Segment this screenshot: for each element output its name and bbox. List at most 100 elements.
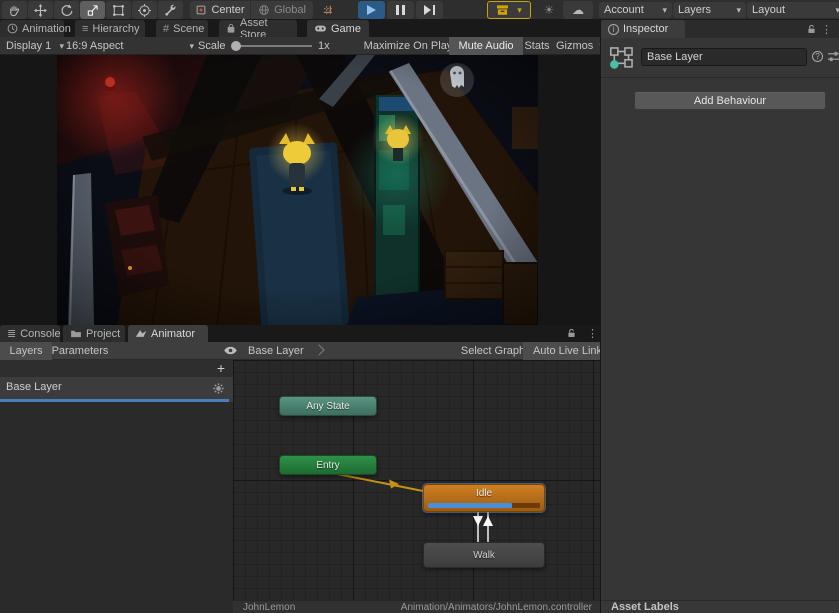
add-behaviour-button[interactable]: Add Behaviour: [634, 91, 826, 110]
rotate-tool-button[interactable]: [54, 1, 79, 19]
help-icon[interactable]: ?: [812, 51, 823, 62]
idle-to-walk-arrowhead: [473, 516, 483, 526]
scale-tool-icon: [86, 4, 99, 17]
aspect-ratio-dropdown[interactable]: 16:9 Aspect ▾: [60, 37, 200, 55]
idle-playback-progress-track: [428, 503, 540, 508]
pause-icon: [396, 5, 399, 15]
rect-tool-icon: [112, 4, 125, 17]
console-icon: ≣: [7, 327, 16, 340]
breadcrumb[interactable]: Base Layer: [242, 342, 324, 360]
scale-label: Scale: [198, 40, 226, 52]
folder-icon: [70, 329, 82, 338]
layers-dropdown-arrow: ▾: [736, 5, 741, 16]
tab-animation[interactable]: Animation: [0, 20, 64, 37]
scale-value: 1x: [318, 40, 330, 52]
state-node-any-state[interactable]: Any State: [279, 396, 377, 416]
add-layer-button[interactable]: +: [217, 360, 225, 377]
tab-console[interactable]: ≣ Console: [0, 325, 60, 342]
collab-button[interactable]: ▾: [487, 1, 531, 19]
scale-slider-track[interactable]: [234, 45, 312, 47]
walk-to-idle-arrowhead: [483, 516, 493, 526]
play-icon: [367, 5, 376, 15]
eye-icon[interactable]: [223, 346, 238, 355]
view-tab-bar: Animation ≡ Hierarchy # Scene Asset Stor…: [0, 20, 600, 37]
step-button[interactable]: [416, 1, 443, 19]
tab-project-label: Project: [86, 328, 120, 340]
inspector-divider: [601, 77, 839, 78]
layer-name-field[interactable]: [641, 48, 807, 66]
tab-animator[interactable]: Animator: [128, 325, 208, 342]
custom-tool-button[interactable]: [158, 1, 183, 19]
pause-button[interactable]: [387, 1, 414, 19]
tab-asset-store[interactable]: Asset Store: [219, 20, 297, 37]
layers-dropdown[interactable]: Layers ▾: [673, 2, 746, 18]
animator-kebab-menu[interactable]: ⋮: [587, 327, 598, 340]
presets-icon[interactable]: [827, 51, 839, 62]
breadcrumb-base-layer: Base Layer: [248, 345, 304, 357]
tab-inspector[interactable]: i Inspector: [601, 20, 685, 38]
asset-labels-header: Asset Labels: [611, 601, 679, 613]
unity-editor-window: Center Global ▾: [0, 0, 839, 613]
tab-project[interactable]: Project: [63, 325, 125, 342]
hand-tool-icon: [8, 4, 21, 17]
animator-lock-icon[interactable]: [566, 328, 577, 339]
display-dropdown-label: Display 1: [6, 40, 51, 52]
move-tool-button[interactable]: [28, 1, 53, 19]
account-dropdown[interactable]: Account ▾: [599, 2, 672, 18]
layer-weight-bar[interactable]: [0, 399, 229, 402]
game-viewport[interactable]: [57, 55, 538, 325]
asset-labels-section[interactable]: Asset Labels: [601, 600, 839, 613]
state-node-entry[interactable]: Entry: [279, 455, 377, 475]
inspector-tab-bar: i Inspector ⋮: [601, 20, 839, 38]
state-node-idle[interactable]: Idle: [423, 484, 545, 512]
tab-scene[interactable]: # Scene: [156, 20, 208, 37]
rotate-tool-icon: [60, 4, 73, 17]
layout-dropdown[interactable]: Layout ▾: [747, 2, 839, 18]
inspector-panel: i Inspector ⋮ ? Add Behaviour Asset Labe…: [600, 20, 839, 613]
animator-graph-canvas[interactable]: Any State Entry Idle Walk JohnLemon Anim…: [233, 360, 600, 613]
collab-archive-icon: [496, 4, 509, 16]
wrench-tool-icon: [164, 4, 177, 17]
idle-playback-progress-fill: [428, 503, 512, 508]
auto-live-link-button[interactable]: Auto Live Link: [523, 342, 612, 360]
inspector-kebab-menu[interactable]: ⋮: [821, 23, 832, 36]
animator-icon: [135, 329, 147, 338]
progressive-lighting-button[interactable]: ☀: [537, 1, 561, 19]
hierarchy-icon: ≡: [82, 23, 88, 35]
state-machine-icon: [609, 46, 635, 70]
move-tool-icon: [34, 4, 47, 17]
pivot-icon: [195, 4, 207, 16]
state-node-walk[interactable]: Walk: [423, 542, 545, 568]
animator-toolbar: Layers Parameters Base Layer Select Grap…: [0, 342, 600, 360]
scale-slider-knob[interactable]: [231, 41, 241, 51]
rotation-global-label: Global: [274, 4, 306, 16]
layer-name: Base Layer: [6, 381, 62, 393]
sun-icon: ☀: [544, 3, 555, 17]
select-graph-button[interactable]: Select Graph: [452, 342, 534, 360]
play-button[interactable]: [358, 1, 385, 19]
mute-audio-button[interactable]: Mute Audio: [449, 37, 523, 55]
tab-game[interactable]: Game: [307, 20, 369, 37]
inspector-lock-icon[interactable]: [806, 24, 817, 35]
snap-settings-button[interactable]: [316, 1, 340, 19]
transform-tool-button[interactable]: [132, 1, 157, 19]
account-dropdown-arrow: ▾: [662, 5, 667, 16]
tab-inspector-label: Inspector: [623, 23, 668, 35]
cloud-services-button[interactable]: ☁: [563, 1, 593, 19]
animator-parameters-tab[interactable]: Parameters: [41, 342, 119, 360]
game-view-area: [0, 55, 600, 325]
step-icon: [424, 5, 431, 15]
game-scene: [57, 55, 538, 325]
layer-settings-gear-icon[interactable]: [212, 382, 225, 395]
hand-tool-button[interactable]: [2, 1, 27, 19]
layer-row-base-layer[interactable]: Base Layer: [0, 377, 233, 402]
scale-tool-button[interactable]: [80, 1, 105, 19]
layout-dropdown-arrow: ▾: [835, 5, 839, 16]
globe-icon: [258, 4, 270, 16]
rect-tool-button[interactable]: [106, 1, 131, 19]
aspect-ratio-label: 16:9 Aspect: [66, 40, 124, 52]
tab-hierarchy[interactable]: ≡ Hierarchy: [75, 20, 145, 37]
maximize-on-play-button[interactable]: Maximize On Play: [356, 37, 460, 55]
shopping-bag-icon: [226, 23, 236, 34]
controller-asset-path: Animation/Animators/JohnLemon.controller: [401, 602, 592, 613]
